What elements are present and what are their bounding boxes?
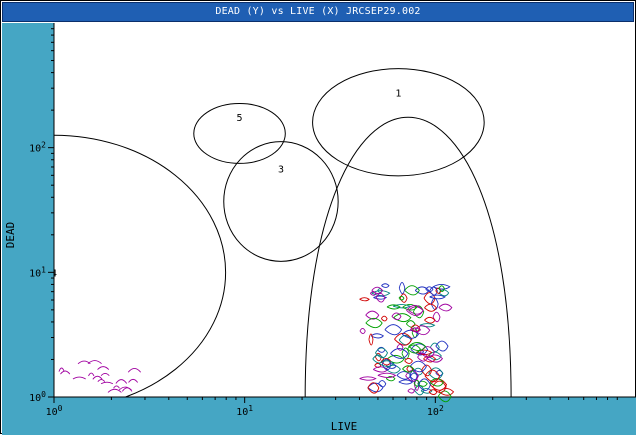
contour-line (128, 378, 138, 383)
contour-line (424, 316, 436, 324)
contour-line (377, 372, 397, 378)
gate-label: 5 (237, 113, 243, 124)
contour-line (100, 372, 110, 376)
contour-line (359, 327, 366, 334)
contour-line (424, 303, 437, 312)
contour-line (429, 342, 440, 353)
contour-line (438, 388, 455, 396)
contour-line (419, 323, 436, 328)
contour-line (404, 357, 413, 364)
contour-line (432, 311, 441, 323)
contour-line (438, 303, 453, 312)
contour-line (407, 388, 416, 394)
contour-line (359, 297, 370, 302)
contour-line (380, 315, 388, 322)
contour-line (121, 387, 133, 392)
contour-line (365, 317, 383, 329)
contour-line (60, 370, 71, 375)
gate-label: 1 (395, 89, 401, 100)
plot-window: DEAD (Y) vs LIVE (X) JRCSEP29.002 100 101… (0, 0, 636, 435)
contour-line (88, 372, 95, 377)
contour-line (404, 285, 420, 296)
contour-line (393, 313, 412, 323)
contour-line (398, 282, 406, 295)
contour-line (359, 376, 377, 381)
contour-line (113, 385, 120, 389)
contour-line (405, 320, 416, 328)
contour-line (398, 379, 414, 385)
gate-label: 3 (278, 165, 284, 176)
x-axis-band (2, 397, 636, 435)
contour-plot-svg: 100 101 102100101102 1534 LIVE DEAD (2, 23, 636, 435)
contour-line (92, 375, 103, 380)
contour-line (435, 340, 449, 352)
contour-line (381, 283, 390, 288)
contour-line (127, 367, 142, 373)
contour-line (100, 381, 114, 385)
contour-line (72, 376, 86, 380)
window-title: DEAD (Y) vs LIVE (X) JRCSEP29.002 (215, 6, 421, 17)
contour-line (365, 310, 380, 320)
contour-line (97, 366, 110, 370)
contour-line (384, 324, 403, 336)
y-axis-label: DEAD (4, 222, 17, 249)
contour-line (396, 371, 412, 380)
chart-area: 100 101 102 100 101 102 1534 LIVE DEAD (1, 23, 636, 435)
gate-ellipse (223, 141, 339, 262)
gate-ellipse (312, 68, 485, 177)
contour-line (97, 379, 106, 382)
contour-line (398, 295, 405, 301)
contour-line (115, 379, 128, 384)
x-axis-label: LIVE (331, 420, 358, 433)
title-bar: DEAD (Y) vs LIVE (X) JRCSEP29.002 (2, 2, 634, 22)
